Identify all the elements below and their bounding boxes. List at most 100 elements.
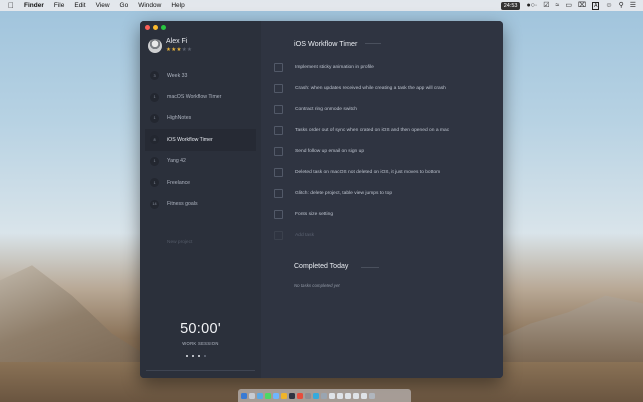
task-row[interactable]: Contract ring onmode switch [274,99,494,120]
dock [238,389,411,402]
menu-bar:  Finder File Edit View Go Window Help 2… [0,0,643,11]
task-checkbox[interactable] [274,126,283,135]
task-label: Send follow up email on sign up [295,149,365,154]
session-dots-icon[interactable]: ●○· [526,0,537,11]
project-label: macOS Workflow Timer [167,94,222,101]
menu-window[interactable]: Window [138,2,161,9]
project-item-yang-42[interactable]: 1 Yang 42 [145,151,256,172]
timer-mode-label: WORK SESSION [182,341,219,346]
menu-app-name[interactable]: Finder [24,2,44,9]
task-checkbox[interactable] [274,147,283,156]
task-checkbox[interactable] [274,84,283,93]
session-dot [198,355,200,357]
project-label: Fitness goals [167,201,198,208]
project-task-count: 1 [150,156,159,166]
document-icon[interactable] [337,392,343,399]
sidebar: Alex Fi ★★★★★ 3 Week 33 1 macOS Workflow… [140,21,262,378]
session-dot [204,355,206,357]
menu-view[interactable]: View [96,2,110,9]
user-name: Alex Fi [166,38,188,45]
project-task-count: 8 [150,135,159,145]
task-row[interactable]: Crash: when updates received while creat… [274,78,494,99]
add-task-input[interactable]: Add task [295,233,314,238]
project-item-week-33[interactable]: 3 Week 33 [145,65,256,86]
page-title: iOS Workflow Timer [294,39,358,48]
project-item-fitness-goals[interactable]: 14 Fitness goals [145,193,256,214]
task-row[interactable]: Deleted task on macOS not deleted on iOS… [274,162,494,183]
task-checkbox[interactable] [274,168,283,177]
new-project-input[interactable]: New project [167,240,192,245]
project-label: Freelance [167,179,191,186]
trash-icon[interactable] [369,392,375,399]
project-item-highnotes[interactable]: 1 HighNotes [145,108,256,129]
session-progress-bar [146,370,255,371]
checklist-icon[interactable]: ☑ [543,0,549,11]
workflow-timer-icon[interactable] [289,392,295,399]
launchpad-icon[interactable] [249,392,255,399]
task-label: Crash: when updates received while creat… [295,86,446,91]
wifi-icon[interactable]: ≈ [556,0,560,11]
task-checkbox[interactable] [274,63,283,72]
document-icon[interactable] [345,392,351,399]
project-item-ios-workflow-timer[interactable]: 8 iOS Workflow Timer [145,129,256,151]
task-row[interactable]: Send follow up email on sign up [274,141,494,162]
project-task-count: 1 [150,178,159,188]
safari-icon[interactable] [257,392,263,399]
task-label: Tasks order out of sync when crated on i… [295,128,450,133]
add-task-row[interactable]: Add task [274,225,494,246]
maximize-window-button[interactable] [161,25,166,30]
project-label: Yang 42 [167,158,186,165]
document-icon[interactable] [329,392,335,399]
finder-icon[interactable] [241,392,247,399]
task-row[interactable]: Fonts size setting [274,204,494,225]
app-store-icon[interactable] [313,392,319,399]
input-source-icon[interactable]: A [592,1,600,10]
task-list: Implement sticky animation in profile Cr… [274,57,494,246]
session-progress-dots [186,355,206,357]
task-checkbox[interactable] [274,210,283,219]
menu-file[interactable]: File [54,2,64,9]
star-icon: ★ [186,47,193,53]
document-icon[interactable] [361,392,367,399]
session-dot [186,355,188,357]
document-icon[interactable] [353,392,359,399]
project-list: 3 Week 33 1 macOS Workflow Timer 1 HighN… [145,65,256,215]
menu-edit[interactable]: Edit [74,2,85,9]
task-row[interactable]: Glitch: delete project, table view jumps… [274,183,494,204]
timer-display[interactable]: 50:00' [140,321,261,337]
project-task-count: 1 [150,113,159,123]
timer-menubar-badge[interactable]: 24:53 [500,1,521,10]
task-row[interactable]: Implement sticky animation in profile [274,57,494,78]
project-label: iOS Workflow Timer [167,136,213,143]
apple-icon[interactable]:  [8,0,14,11]
task-label: Contract ring onmode switch [295,107,357,112]
notification-center-icon[interactable]: ☰ [630,0,636,11]
project-label: Week 33 [167,72,188,79]
minimize-window-button[interactable] [153,25,158,30]
close-window-button[interactable] [145,25,150,30]
completed-section-title: Completed Today [294,263,349,270]
project-item-freelance[interactable]: 1 Freelance [145,172,256,193]
task-panel: iOS Workflow Timer Implement sticky anim… [261,21,503,378]
preview-icon[interactable] [321,392,327,399]
task-label: Implement sticky animation in profile [295,65,374,70]
calendar-icon[interactable] [297,392,303,399]
task-checkbox[interactable] [274,105,283,114]
messages-icon[interactable] [265,392,271,399]
settings-icon[interactable] [305,392,311,399]
notes-icon[interactable] [281,392,287,399]
user-rating: ★★★★★ [166,47,192,53]
project-label: HighNotes [167,115,192,122]
task-label: Deleted task on macOS not deleted on iOS… [295,170,441,175]
project-item-macos-workflow-timer[interactable]: 1 macOS Workflow Timer [145,86,256,107]
bluetooth-icon[interactable]: ⌧ [578,0,586,11]
mail-icon[interactable] [273,392,279,399]
menu-help[interactable]: Help [171,2,184,9]
task-row[interactable]: Tasks order out of sync when crated on i… [274,120,494,141]
avatar[interactable] [148,39,162,53]
task-checkbox[interactable] [274,189,283,198]
user-icon[interactable]: ☺ [605,0,612,11]
spotlight-search-icon[interactable]: ⚲ [619,0,624,11]
battery-icon[interactable]: ▭ [565,0,572,11]
menu-go[interactable]: Go [120,2,129,9]
